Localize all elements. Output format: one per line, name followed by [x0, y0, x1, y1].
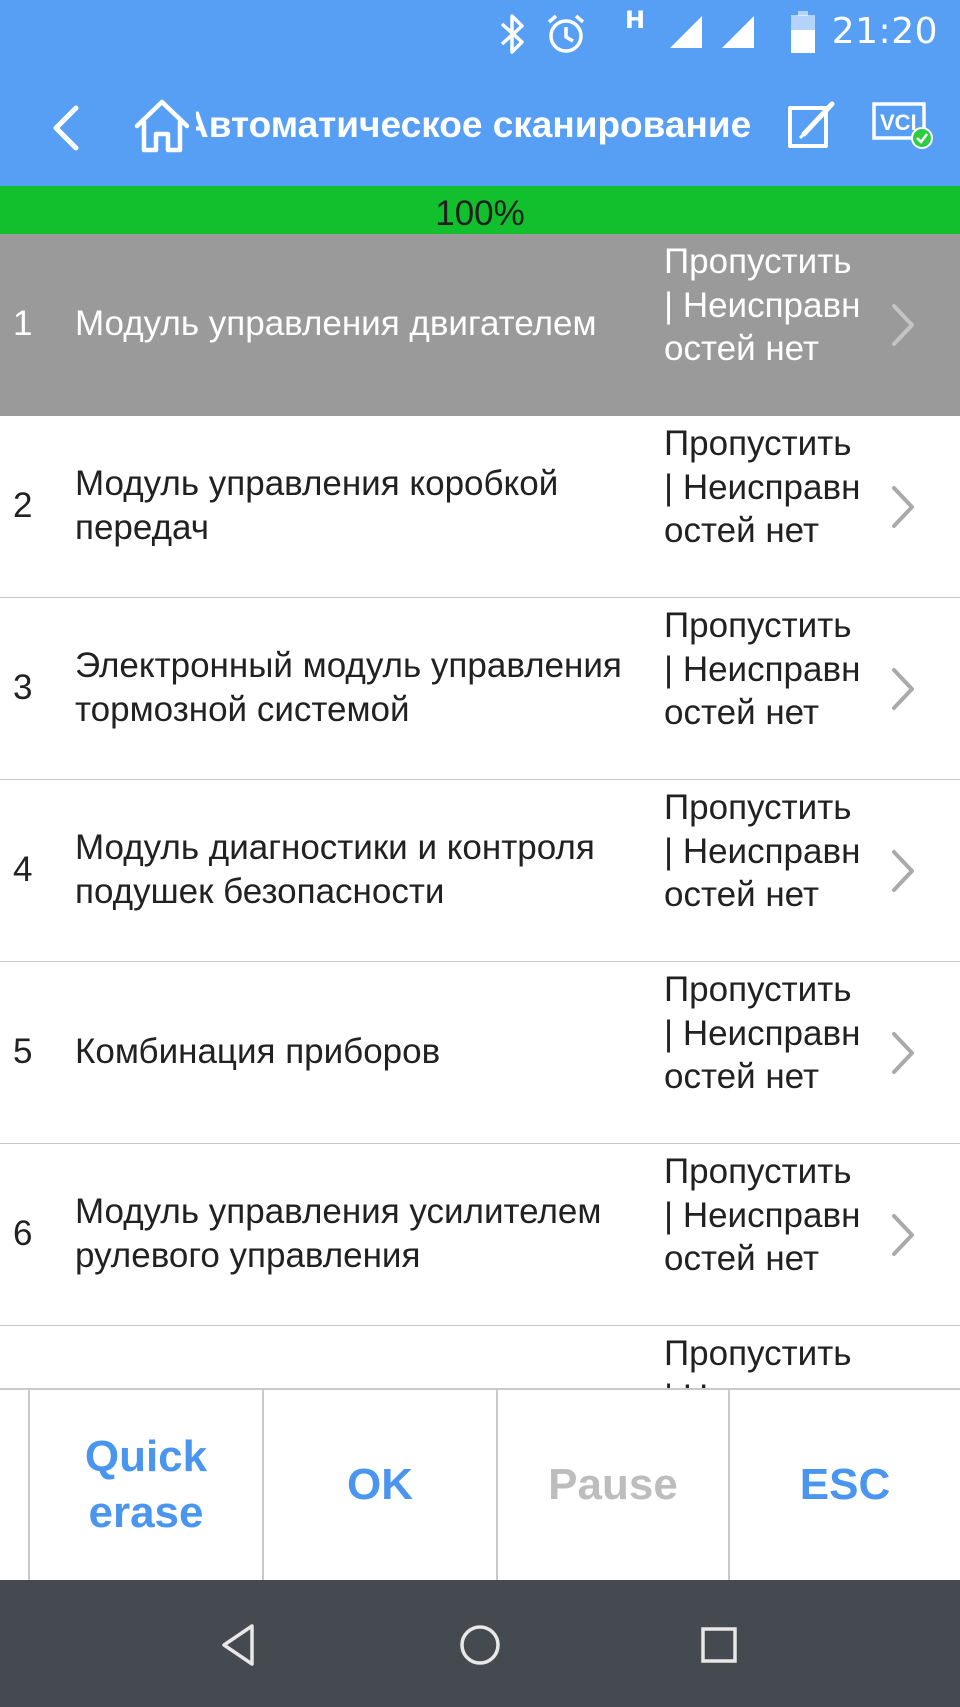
- module-number: 7: [13, 1326, 32, 1388]
- module-name: Модуль управления усилителем рулевого уп…: [75, 1192, 602, 1275]
- system-nav-bar: [0, 1580, 960, 1707]
- module-number: 1: [13, 304, 33, 343]
- module-name-cell: Комбинация приборов: [75, 962, 665, 1142]
- pause-button[interactable]: Pause: [496, 1390, 728, 1580]
- edit-report-icon[interactable]: [786, 98, 840, 152]
- module-name-cell: Модуль управления усилителем рулевого уп…: [75, 1144, 665, 1324]
- module-status: Пропустить | Неисправностей нет: [664, 788, 861, 914]
- chevron-right-icon[interactable]: [888, 300, 918, 350]
- signal-icon-2: [722, 16, 754, 48]
- chevron-right-icon[interactable]: [888, 664, 918, 714]
- nav-home-icon[interactable]: [453, 1618, 507, 1672]
- signal-icon: [670, 16, 702, 48]
- esc-button[interactable]: ESC: [728, 1390, 960, 1580]
- scan-progress-bar: 100%: [0, 186, 960, 234]
- chevron-right-icon[interactable]: [888, 1028, 918, 1078]
- module-name-cell: Модуль управления двигателем: [75, 234, 665, 414]
- module-name: Электронный модуль управления тормозной …: [75, 646, 622, 729]
- module-status: Пропустить | Неисправностей нет: [664, 1152, 861, 1278]
- module-name-cell: Модуль управления коробкой передач: [75, 416, 665, 596]
- app-bar: Автоматическое сканирование VCI: [0, 70, 960, 186]
- module-row[interactable]: 1 Модуль управления двигателем Пропустить …: [0, 234, 960, 416]
- module-name-cell: М: [75, 1326, 665, 1388]
- module-number: 4: [13, 850, 33, 889]
- page-title-container: Автоматическое сканирование: [196, 92, 756, 162]
- chevron-right-icon[interactable]: [888, 846, 918, 896]
- module-status: Пропустить | Неисправностей нет: [664, 424, 861, 550]
- nav-back-icon[interactable]: [214, 1618, 268, 1672]
- bluetooth-icon: [500, 14, 524, 54]
- module-name-cell: Электронный модуль управления тормозной …: [75, 598, 665, 778]
- chevron-right-icon[interactable]: [888, 1210, 918, 1260]
- action-button-bar: Quick erase OK Pause ESC: [0, 1388, 960, 1580]
- module-number: 3: [13, 668, 33, 707]
- module-row[interactable]: 6 Модуль управления усилителем рулевого у…: [0, 1144, 960, 1326]
- module-name: Модуль управления двигателем: [75, 304, 597, 343]
- back-arrow-icon[interactable]: [44, 100, 94, 156]
- ok-button[interactable]: OK: [262, 1390, 496, 1580]
- module-status: Пропустить | Неисправностей нет: [664, 970, 861, 1096]
- module-number: 2: [13, 486, 33, 525]
- status-clock: 21:20: [831, 11, 938, 52]
- module-list[interactable]: 1 Модуль управления двигателем Пропустить …: [0, 234, 960, 1388]
- home-icon[interactable]: [132, 96, 192, 156]
- status-bar: H 21:20: [0, 0, 960, 70]
- quick-erase-button[interactable]: Quick erase: [28, 1390, 262, 1580]
- module-row[interactable]: 7МПропустить | Н: [0, 1326, 960, 1388]
- module-status: Пропустить | Н: [664, 1334, 852, 1388]
- module-status: Пропустить | Неисправностей нет: [664, 606, 861, 732]
- nav-recents-icon[interactable]: [692, 1618, 746, 1672]
- alarm-icon: [547, 14, 585, 53]
- module-number: 5: [13, 1032, 33, 1071]
- module-status: Пропустить | Неисправностей нет: [664, 242, 861, 368]
- module-name: Модуль диагностики и контроля подушек бе…: [75, 828, 595, 911]
- module-row[interactable]: 4 Модуль диагностики и контроля подушек б…: [0, 780, 960, 962]
- module-name: Комбинация приборов: [75, 1032, 441, 1071]
- module-number: 6: [13, 1214, 33, 1253]
- module-name: Модуль управления коробкой передач: [75, 464, 559, 547]
- battery-icon: [791, 11, 815, 53]
- svg-text:VCI: VCI: [880, 110, 917, 135]
- vci-connected-icon[interactable]: VCI: [872, 100, 934, 152]
- network-type-label: H: [625, 6, 646, 34]
- page-title: Автоматическое сканирование: [196, 104, 752, 145]
- module-row[interactable]: 2 Модуль управления коробкой передач Пропу…: [0, 416, 960, 598]
- chevron-right-icon[interactable]: [888, 482, 918, 532]
- module-name-cell: Модуль диагностики и контроля подушек бе…: [75, 780, 665, 960]
- module-row[interactable]: 5 Комбинация приборов Пропустить | Неиспра…: [0, 962, 960, 1144]
- module-row[interactable]: 3 Электронный модуль управления тормозной…: [0, 598, 960, 780]
